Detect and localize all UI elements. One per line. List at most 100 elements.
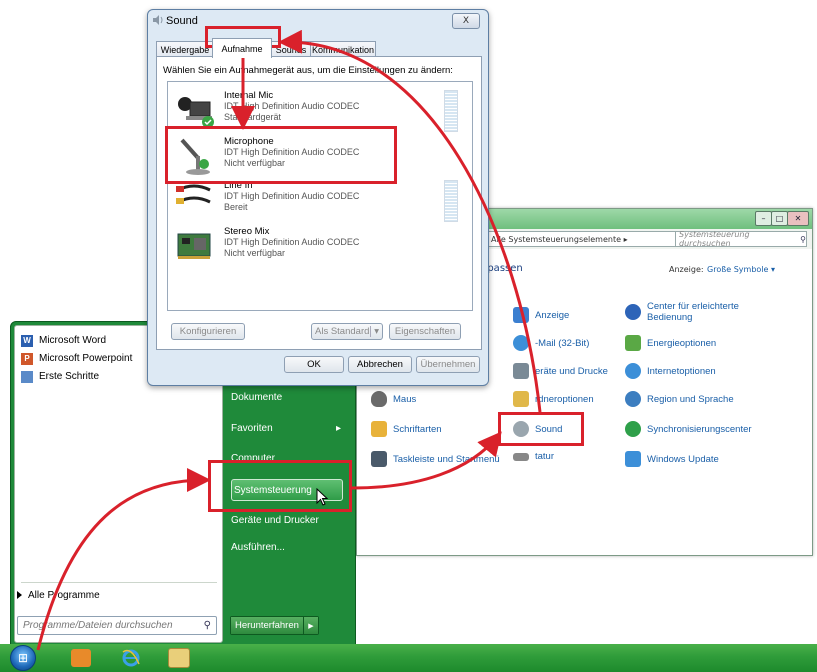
shutdown-button[interactable]: Herunterfahren xyxy=(231,617,303,634)
view-selector[interactable]: Große Symbole ▾ xyxy=(707,265,775,274)
internet-options-icon xyxy=(625,363,641,379)
recording-device-list[interactable]: Internal Mic IDT High Definition Audio C… xyxy=(167,81,473,311)
folder-icon xyxy=(168,648,190,668)
cp-item-label: eräte und Drucke xyxy=(535,365,608,377)
taskbar: ⊞ xyxy=(0,644,817,672)
audio-cable-icon xyxy=(176,184,211,204)
cp-item-fonts[interactable]: Schriftarten xyxy=(371,421,442,437)
all-programs-item[interactable]: Alle Programme xyxy=(17,586,100,604)
cp-item-internet-options[interactable]: Internetoptionen xyxy=(625,363,716,379)
highlight-microphone xyxy=(165,126,397,184)
outlook-button[interactable] xyxy=(66,646,96,670)
cp-item-label: Maus xyxy=(393,393,417,405)
start-search-placeholder: Programme/Dateien durchsuchen xyxy=(23,620,173,631)
close-icon[interactable]: ✕ xyxy=(787,211,809,226)
start-item-label: Favoriten xyxy=(231,422,273,434)
cp-item-sync-center[interactable]: Synchronisierungscenter xyxy=(625,421,752,437)
internet-explorer-icon xyxy=(122,649,140,667)
keyboard-icon xyxy=(513,452,529,461)
cp-item-mouse[interactable]: Maus xyxy=(371,391,416,407)
start-item-label: Geräte und Drucker xyxy=(231,514,319,526)
windows-update-icon xyxy=(625,451,641,467)
control-panel-search-input[interactable]: Systemsteuerung durchsuchen ⚲ xyxy=(675,230,807,248)
start-search-input[interactable]: Programme/Dateien durchsuchen ⚲ xyxy=(17,616,217,635)
device-driver: IDT High Definition Audio CODEC xyxy=(224,191,360,201)
cp-item-label: -Mail (32-Bit) xyxy=(535,337,590,349)
configure-button[interactable]: Konfigurieren xyxy=(171,323,245,340)
cp-item-mail[interactable]: -Mail (32-Bit) xyxy=(513,335,589,351)
shutdown-options-arrow-icon[interactable]: ▶ xyxy=(302,617,318,634)
globe-icon xyxy=(625,391,641,407)
cp-item-label: rdneroptionen xyxy=(535,393,594,405)
dialog-title: Sound xyxy=(166,15,198,27)
cp-item-label: Schriftarten xyxy=(393,423,442,435)
properties-button[interactable]: Eigenschaften xyxy=(389,323,461,340)
address-bar[interactable]: Alle Systemsteuerungselemente ▸ xyxy=(487,231,677,247)
power-options-icon xyxy=(625,335,641,351)
display-icon xyxy=(513,307,529,323)
sound-card-icon xyxy=(177,233,211,259)
tab-aufnahme[interactable]: Aufnahme xyxy=(212,38,272,58)
level-meter xyxy=(444,180,458,222)
shutdown-button-group: Herunterfahren ▶ xyxy=(230,616,319,635)
start-item-ausfuehren[interactable]: Ausführen... xyxy=(231,537,285,557)
ease-of-access-icon xyxy=(625,304,641,320)
address-text: Alle Systemsteuerungselemente ▸ xyxy=(491,234,628,244)
folder-icon xyxy=(513,391,529,407)
cp-item-taskbar-startmenu[interactable]: Taskleiste und Startmenü xyxy=(371,451,500,467)
device-name: Internal Mic xyxy=(224,90,274,101)
internet-explorer-button[interactable] xyxy=(116,646,146,670)
mail-icon xyxy=(513,335,529,351)
cp-item-folder-options[interactable]: rdneroptionen xyxy=(513,391,594,407)
cp-item-devices-printers[interactable]: eräte und Drucke xyxy=(513,363,608,379)
mouse-icon xyxy=(371,391,387,407)
level-meter xyxy=(444,90,458,132)
cp-item-windows-update[interactable]: Windows Update xyxy=(625,451,719,467)
submenu-arrow-icon: ▸ xyxy=(335,422,341,434)
start-item-dokumente[interactable]: Dokumente xyxy=(231,387,282,407)
cp-item-keyboard[interactable]: tatur xyxy=(513,451,554,462)
taskbar-icon xyxy=(371,451,387,467)
ok-button[interactable]: OK xyxy=(284,356,344,373)
cp-item-anzeige[interactable]: Anzeige xyxy=(513,307,569,323)
cp-item-region-language[interactable]: Region und Sprache xyxy=(625,391,734,407)
cancel-button[interactable]: Abbrechen xyxy=(348,356,412,373)
speaker-icon xyxy=(152,14,164,26)
instruction-text: Wählen Sie ein Aufnahmegerät aus, um die… xyxy=(163,65,453,76)
apply-button[interactable]: Übernehmen xyxy=(416,356,480,373)
start-item-favoriten[interactable]: Favoriten ▸ xyxy=(231,418,341,438)
start-item-label: Ausführen... xyxy=(231,541,285,553)
minimize-icon[interactable]: – xyxy=(755,211,772,226)
close-button[interactable]: X xyxy=(452,13,480,29)
word-icon: W xyxy=(21,334,33,347)
set-default-label: Als Standard xyxy=(315,326,370,337)
cp-item-label: Anzeige xyxy=(535,309,570,321)
tab-kommunikation[interactable]: Kommunikation xyxy=(310,41,376,57)
maximize-icon[interactable]: □ xyxy=(771,211,788,226)
chevron-down-icon: ▾ xyxy=(370,326,379,337)
cp-item-ease-of-access[interactable]: Center für erleichterte Bedienung xyxy=(625,301,785,323)
explorer-button[interactable] xyxy=(164,646,194,670)
cp-item-label: tatur xyxy=(535,451,555,462)
search-icon: ⚲ xyxy=(800,234,806,244)
sync-icon xyxy=(625,421,641,437)
device-status: Nicht verfügbar xyxy=(224,248,286,258)
start-item-geraete-drucker[interactable]: Geräte und Drucker xyxy=(231,510,319,530)
cp-item-label: Center für erleichterte Bedienung xyxy=(647,301,739,323)
program-erste-schritte[interactable]: Erste Schritte xyxy=(21,368,99,385)
device-line-in[interactable]: Line In IDT High Definition Audio CODEC … xyxy=(172,178,462,222)
cp-item-power-options[interactable]: Energieoptionen xyxy=(625,335,716,351)
device-status: Standardgerät xyxy=(224,112,282,122)
set-default-button[interactable]: Als Standard ▾ xyxy=(311,323,383,340)
cp-item-label: Taskleiste und Startmenü xyxy=(393,453,500,465)
start-item-label: Dokumente xyxy=(231,391,283,403)
cp-item-label: Windows Update xyxy=(647,453,719,465)
device-name: Stereo Mix xyxy=(224,226,270,237)
printer-icon xyxy=(513,363,529,379)
device-stereo-mix[interactable]: Stereo Mix IDT High Definition Audio COD… xyxy=(172,224,462,268)
program-microsoft-word[interactable]: W Microsoft Word xyxy=(21,332,106,349)
program-microsoft-powerpoint[interactable]: P Microsoft Powerpoint xyxy=(21,350,132,367)
start-button[interactable]: ⊞ xyxy=(6,645,40,671)
program-label: Microsoft Powerpoint xyxy=(39,353,133,364)
getting-started-icon xyxy=(21,370,33,383)
